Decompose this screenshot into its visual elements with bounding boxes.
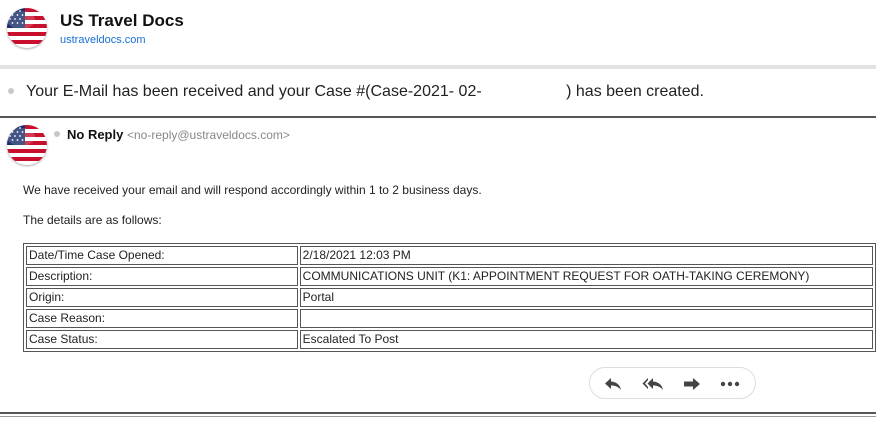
reply-button[interactable]	[602, 374, 624, 394]
forward-icon	[684, 378, 700, 390]
us-flag-icon	[7, 125, 47, 165]
message-bullet	[54, 131, 60, 137]
detail-label: Origin:	[26, 288, 298, 307]
from-name[interactable]: No Reply	[67, 127, 123, 142]
detail-label: Case Status:	[26, 330, 298, 349]
subject-bullet	[8, 88, 14, 94]
detail-value: 2/18/2021 12:03 PM	[299, 246, 873, 265]
more-icon	[720, 381, 740, 387]
reply-all-button[interactable]	[642, 374, 664, 394]
sender-header: US Travel Docs ustraveldocs.com	[0, 0, 876, 64]
detail-value	[299, 309, 873, 328]
detail-value: COMMUNICATIONS UNIT (K1: APPOINTMENT REQ…	[299, 267, 873, 286]
subject-row: Your E-Mail has been received and your C…	[0, 70, 876, 114]
more-button[interactable]	[719, 374, 741, 394]
from-email[interactable]: <no-reply@ustraveldocs.com>	[127, 128, 290, 142]
table-row: Case Status: Escalated To Post	[26, 330, 873, 349]
header-divider	[0, 65, 876, 69]
email-subject: Your E-Mail has been received and your C…	[26, 83, 704, 100]
forward-button[interactable]	[681, 374, 703, 394]
message-sender-avatar[interactable]	[7, 125, 47, 165]
reply-all-icon	[642, 378, 663, 390]
detail-label: Date/Time Case Opened:	[26, 246, 298, 265]
detail-value: Portal	[299, 288, 873, 307]
table-row: Case Reason:	[26, 309, 873, 328]
detail-label: Case Reason:	[26, 309, 298, 328]
message-intro: We have received your email and will res…	[23, 183, 482, 197]
details-intro: The details are as follows:	[23, 213, 162, 227]
detail-value: Escalated To Post	[299, 330, 873, 349]
sender-name: US Travel Docs	[60, 11, 184, 30]
sender-domain-link[interactable]: ustraveldocs.com	[60, 34, 146, 46]
table-row: Description: COMMUNICATIONS UNIT (K1: AP…	[26, 267, 873, 286]
table-row: Origin: Portal	[26, 288, 873, 307]
case-details-table: Date/Time Case Opened: 2/18/2021 12:03 P…	[23, 243, 876, 352]
detail-label: Description:	[26, 267, 298, 286]
sender-avatar[interactable]	[7, 8, 47, 48]
table-row: Date/Time Case Opened: 2/18/2021 12:03 P…	[26, 246, 873, 265]
message-actions	[589, 367, 756, 399]
us-flag-icon	[7, 8, 47, 48]
reply-icon	[605, 378, 621, 390]
message-border-bottom	[0, 412, 876, 414]
message-border-top	[0, 116, 876, 118]
message-border-bottom-inner	[0, 416, 876, 417]
